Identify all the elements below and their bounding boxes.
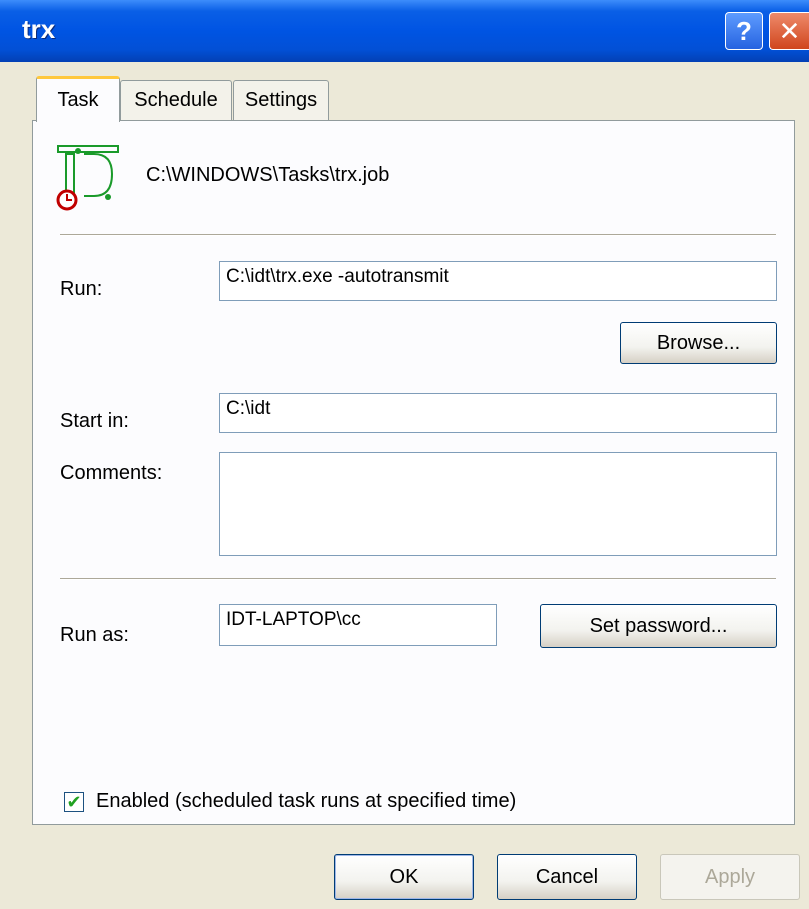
run-label: Run: — [60, 278, 103, 300]
scheduled-task-icon — [56, 145, 119, 211]
set-password-button-label: Set password... — [589, 614, 728, 637]
run-input[interactable]: C:\idt\trx.exe -autotransmit — [219, 261, 777, 301]
tab-task-label: Task — [57, 89, 99, 111]
checkmark-icon: ✔ — [66, 792, 82, 812]
cancel-button-label: Cancel — [535, 865, 599, 888]
browse-button[interactable]: Browse... — [620, 322, 777, 364]
tab-task[interactable]: Task — [36, 76, 120, 122]
task-file-path: C:\WINDOWS\Tasks\trx.job — [146, 164, 390, 186]
ok-button[interactable]: OK — [334, 854, 474, 900]
help-icon[interactable]: ? — [725, 12, 763, 50]
start-in-input[interactable]: C:\idt — [219, 393, 777, 433]
ok-button-label: OK — [389, 865, 419, 888]
tab-schedule[interactable]: Schedule — [120, 80, 232, 120]
cancel-button[interactable]: Cancel — [497, 854, 637, 900]
run-as-input[interactable]: IDT-LAPTOP\cc — [219, 604, 497, 646]
close-glyph: ✕ — [778, 15, 801, 46]
comments-label: Comments: — [60, 462, 163, 484]
tab-settings-label: Settings — [244, 89, 318, 111]
window-title: trx — [22, 14, 56, 44]
browse-button-label: Browse... — [656, 331, 741, 354]
close-icon[interactable]: ✕ — [769, 12, 809, 50]
title-bar[interactable]: trx ? ✕ — [0, 0, 809, 62]
comments-input[interactable] — [219, 452, 777, 556]
task-properties-dialog: trx ? ✕ Task Schedule Settings C:\WINDOW… — [0, 0, 809, 909]
tab-settings[interactable]: Settings — [233, 80, 329, 120]
start-in-label: Start in: — [60, 410, 129, 432]
run-as-label: Run as: — [60, 624, 129, 646]
apply-button-label: Apply — [704, 865, 756, 888]
apply-button[interactable]: Apply — [660, 854, 800, 900]
separator-top — [60, 234, 776, 236]
enabled-label[interactable]: Enabled (scheduled task runs at specifie… — [96, 790, 516, 813]
enabled-checkbox[interactable]: ✔ — [64, 792, 84, 812]
tab-schedule-label: Schedule — [134, 89, 218, 111]
set-password-button[interactable]: Set password... — [540, 604, 777, 648]
help-glyph: ? — [736, 15, 752, 46]
separator-bottom — [60, 578, 776, 580]
